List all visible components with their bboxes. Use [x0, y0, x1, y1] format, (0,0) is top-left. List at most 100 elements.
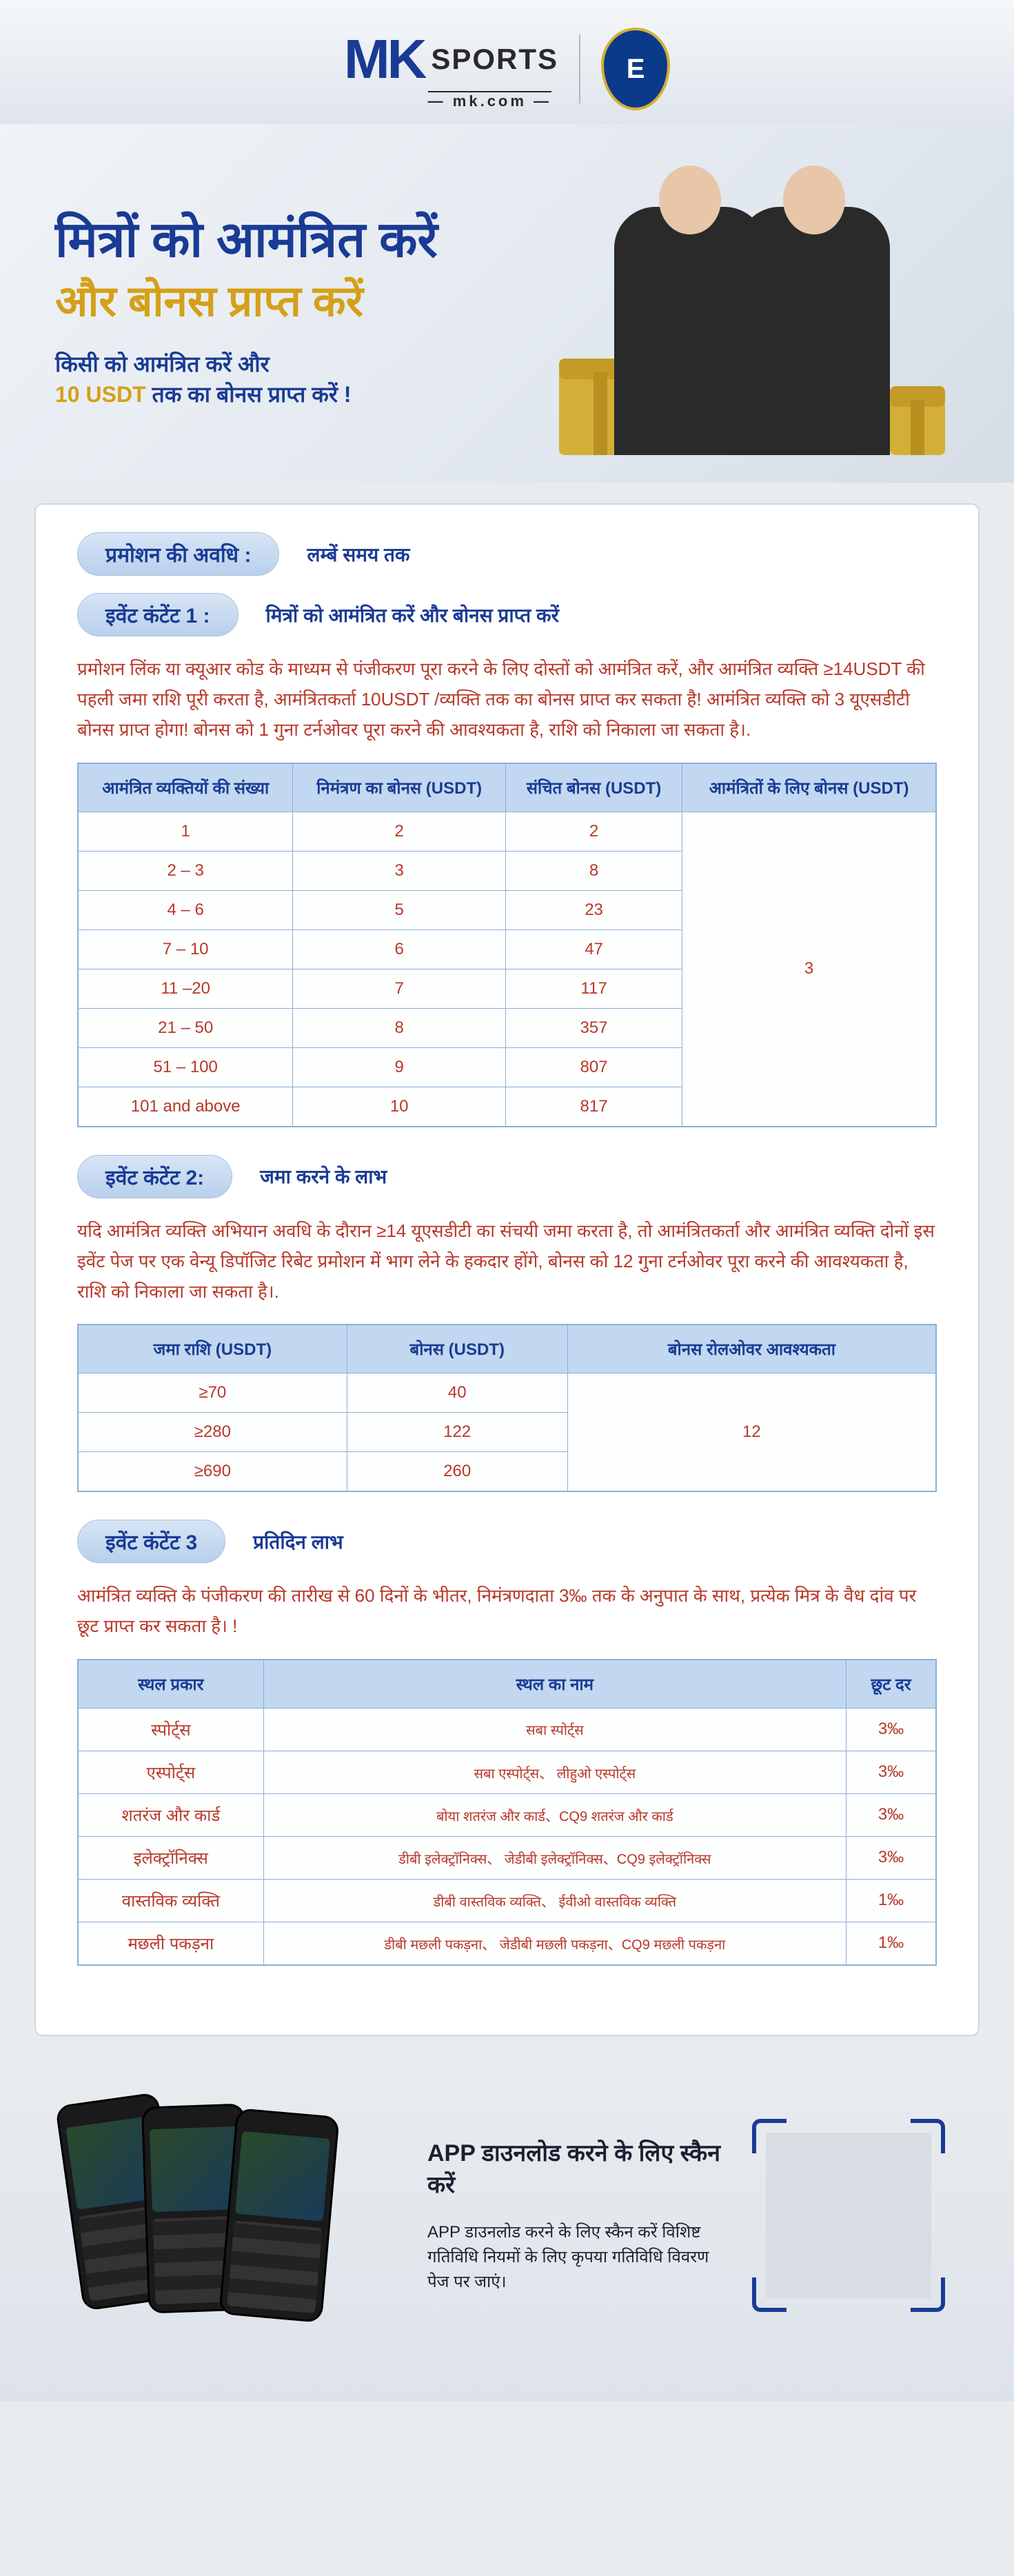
event1-th-1: निमंत्रण का बोनस (USDT) — [293, 763, 506, 812]
table-cell: सबा एस्पोर्ट्स、 लीहुओ एस्पोर्ट्स — [263, 1751, 846, 1793]
table-cell: 11 –20 — [78, 969, 293, 1008]
table-row: मछली पकड़नाडीबी मछली पकड़ना、 जेडीबी मछली… — [78, 1922, 936, 1965]
event3-th-2: छूट दर — [846, 1660, 937, 1709]
footer: APP डाउनलोड करने के लिए स्कैन करें APP ड… — [0, 2057, 1014, 2402]
table-row: स्पोर्ट्ससबा स्पोर्ट्स3‰ — [78, 1708, 936, 1751]
table-cell: 6 — [293, 929, 506, 969]
table-cell: 4 – 6 — [78, 890, 293, 929]
table-cell: 3‰ — [846, 1793, 937, 1836]
table-cell: 7 – 10 — [78, 929, 293, 969]
hero-title-line1: मित्रों को आमंत्रित करें — [55, 210, 545, 270]
promo-duration-row: प्रमोशन की अवधि : लम्बें समय तक — [77, 532, 937, 576]
event2-th-0: जमा राशि (USDT) — [78, 1325, 347, 1373]
content-card: प्रमोशन की अवधि : लम्बें समय तक इवेंट कं… — [34, 503, 980, 2036]
event1-pill: इवेंट कंटेंट 1 : — [77, 593, 239, 636]
club-badge-letter: E — [627, 54, 645, 85]
event1-header-row: इवेंट कंटेंट 1 : मित्रों को आमंत्रित करे… — [77, 593, 937, 636]
invitee-bonus-cell: 3 — [682, 812, 936, 1127]
table-row: शतरंज और कार्डबोया शतरंज और कार्ड、CQ9 शत… — [78, 1793, 936, 1836]
footer-text: APP डाउनलोड करने के लिए स्कैन करें APP ड… — [427, 2136, 724, 2295]
brand-mk: MK — [344, 28, 424, 91]
event1-table: आमंत्रित व्यक्तियों की संख्या निमंत्रण क… — [77, 763, 937, 1127]
event3-table: स्थल प्रकार स्थल का नाम छूट दर स्पोर्ट्स… — [77, 1659, 937, 1966]
event3-th-0: स्थल प्रकार — [78, 1660, 263, 1709]
table-cell: 1 — [78, 812, 293, 851]
table-cell: 8 — [293, 1008, 506, 1047]
table-cell: वास्तविक व्यक्ति — [78, 1879, 263, 1922]
promo-duration-value: लम्बें समय तक — [307, 541, 409, 567]
qr-code-frame — [752, 2119, 945, 2312]
brand-logo: MK SPORTS mk.com — [344, 28, 558, 110]
table-cell: 40 — [347, 1373, 567, 1413]
table-cell: 3‰ — [846, 1751, 937, 1793]
table-cell: डीबी वास्तविक व्यक्ति、 ईवीओ वास्तविक व्य… — [263, 1879, 846, 1922]
table-cell: 260 — [347, 1452, 567, 1492]
table-cell: इलेक्ट्रॉनिक्स — [78, 1836, 263, 1879]
table-cell: 5 — [293, 890, 506, 929]
table-cell: मछली पकड़ना — [78, 1922, 263, 1965]
table-cell: ≥280 — [78, 1413, 347, 1452]
event1-th-0: आमंत्रित व्यक्तियों की संख्या — [78, 763, 293, 812]
table-cell: 2 – 3 — [78, 851, 293, 890]
table-cell: 23 — [506, 890, 682, 929]
table-cell: एस्पोर्ट्स — [78, 1751, 263, 1793]
promo-duration-pill: प्रमोशन की अवधि : — [77, 532, 279, 576]
hero-text: मित्रों को आमंत्रित करें और बोनस प्राप्त… — [55, 210, 545, 410]
brand-sports: SPORTS — [431, 43, 558, 76]
table-cell: 1‰ — [846, 1879, 937, 1922]
header: MK SPORTS mk.com E — [0, 0, 1014, 124]
event3-header-row: इवेंट कंटेंट 3 प्रतिदिन लाभ — [77, 1520, 937, 1563]
table-cell: स्पोर्ट्स — [78, 1708, 263, 1751]
event3-th-1: स्थल का नाम — [263, 1660, 846, 1709]
event3-pill: इवेंट कंटेंट 3 — [77, 1520, 225, 1563]
event1-title: मित्रों को आमंत्रित करें और बोनस प्राप्त… — [266, 602, 559, 628]
event2-th-2: बोनस रोलओवर आवश्यकता — [567, 1325, 936, 1373]
event1-th-2: संचित बोनस (USDT) — [506, 763, 682, 812]
table-cell: डीबी मछली पकड़ना、 जेडीबी मछली पकड़ना、CQ9… — [263, 1922, 846, 1965]
footer-title: APP डाउनलोड करने के लिए स्कैन करें — [427, 2136, 724, 2200]
table-row: एस्पोर्ट्ससबा एस्पोर्ट्स、 लीहुओ एस्पोर्ट… — [78, 1751, 936, 1793]
table-cell: 21 – 50 — [78, 1008, 293, 1047]
table-cell: 817 — [506, 1087, 682, 1127]
rollover-cell: 12 — [567, 1373, 936, 1492]
hero-subtitle: किसी को आमंत्रित करें और 10 USDT तक का ब… — [55, 349, 545, 411]
table-cell: 47 — [506, 929, 682, 969]
vertical-divider — [579, 34, 580, 103]
table-cell: 122 — [347, 1413, 567, 1452]
table-cell: 3‰ — [846, 1836, 937, 1879]
table-cell: 10 — [293, 1087, 506, 1127]
brand-domain: mk.com — [428, 91, 551, 110]
table-cell: 117 — [506, 969, 682, 1008]
app-phones-illustration — [69, 2098, 400, 2333]
table-cell: ≥70 — [78, 1373, 347, 1413]
hero-usdt-amount: 10 USDT — [55, 382, 146, 407]
table-cell: 101 and above — [78, 1087, 293, 1127]
hero-banner: मित्रों को आमंत्रित करें और बोनस प्राप्त… — [0, 124, 1014, 483]
event1-th-3: आमंत्रितों के लिए बोनस (USDT) — [682, 763, 936, 812]
club-badge-icon: E — [601, 28, 670, 110]
table-cell: शतरंज और कार्ड — [78, 1793, 263, 1836]
phone-icon — [219, 2108, 340, 2323]
event3-description: आमंत्रित व्यक्ति के पंजीकरण की तारीख से … — [77, 1580, 937, 1641]
footer-description: APP डाउनलोड करने के लिए स्कैन करें विशिष… — [427, 2220, 724, 2295]
event1-description: प्रमोशन लिंक या क्यूआर कोड के माध्यम से … — [77, 654, 937, 745]
table-cell: ≥690 — [78, 1452, 347, 1492]
event2-pill: इवेंट कंटेंट 2: — [77, 1155, 232, 1198]
table-cell: 357 — [506, 1008, 682, 1047]
giftbox-icon — [890, 400, 945, 455]
event2-title: जमा करने के लाभ — [260, 1163, 387, 1189]
table-row: इलेक्ट्रॉनिक्सडीबी इलेक्ट्रॉनिक्स、 जेडीब… — [78, 1836, 936, 1879]
table-row: 1223 — [78, 812, 936, 851]
table-cell: 1‰ — [846, 1922, 937, 1965]
table-cell: 2 — [506, 812, 682, 851]
table-cell: 51 – 100 — [78, 1047, 293, 1087]
event2-header-row: इवेंट कंटेंट 2: जमा करने के लाभ — [77, 1155, 937, 1198]
person-illustration — [614, 207, 766, 455]
table-cell: 8 — [506, 851, 682, 890]
table-cell: 2 — [293, 812, 506, 851]
hero-image — [545, 165, 959, 455]
table-cell: 7 — [293, 969, 506, 1008]
table-cell: 9 — [293, 1047, 506, 1087]
table-cell: 3 — [293, 851, 506, 890]
table-row: वास्तविक व्यक्तिडीबी वास्तविक व्यक्ति、 ई… — [78, 1879, 936, 1922]
